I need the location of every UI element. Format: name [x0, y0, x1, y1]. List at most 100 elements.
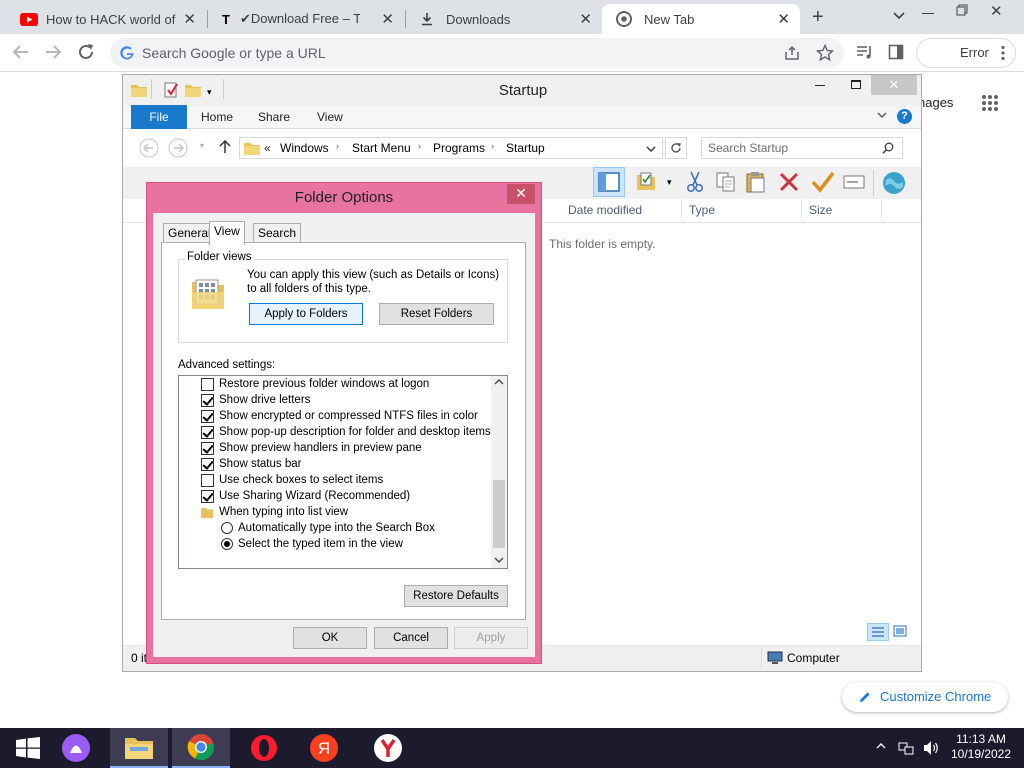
setting-show-popup-description[interactable]: Show pop-up description for folder and d…	[201, 424, 491, 440]
setting-use-sharing-wizard[interactable]: Use Sharing Wizard (Recommended)	[201, 488, 410, 504]
column-type[interactable]: Type	[689, 203, 715, 217]
file-explorer-icon[interactable]	[110, 728, 168, 768]
minimize-icon[interactable]	[815, 85, 825, 86]
setting-use-check-boxes[interactable]: Use check boxes to select items	[201, 472, 383, 488]
media-controls-icon[interactable]	[856, 44, 874, 60]
tab-view[interactable]: View	[209, 221, 245, 245]
cancel-button[interactable]: Cancel	[374, 627, 448, 649]
yandex-icon[interactable]	[360, 728, 416, 768]
ok-button[interactable]: OK	[293, 627, 367, 649]
close-icon[interactable]: ✕	[507, 184, 535, 204]
forward-icon[interactable]	[44, 43, 62, 61]
setting-show-preview-handlers[interactable]: Show preview handlers in preview pane	[201, 440, 422, 456]
setting-restore-folder-windows[interactable]: Restore previous folder windows at logon	[201, 376, 429, 392]
yandex-browser-icon[interactable]: Я	[296, 728, 352, 768]
expand-ribbon-icon[interactable]	[877, 111, 887, 119]
bookmark-star-icon[interactable]	[816, 44, 834, 62]
scroll-down-icon[interactable]	[494, 556, 504, 564]
radio-button[interactable]	[221, 522, 233, 534]
tab-new-tab[interactable]: New Tab ✕	[602, 4, 800, 34]
cut-icon[interactable]	[685, 171, 705, 193]
back-icon[interactable]	[139, 138, 159, 158]
search-box[interactable]	[701, 137, 903, 159]
alice-assistant-icon[interactable]	[48, 728, 104, 768]
globe-icon[interactable]	[881, 170, 907, 196]
checkbox[interactable]	[201, 377, 214, 391]
delete-icon[interactable]	[779, 172, 799, 192]
recent-locations-icon[interactable]: ▾	[200, 141, 204, 150]
search-input[interactable]	[708, 141, 878, 155]
reload-icon[interactable]	[77, 43, 95, 61]
minimize-icon[interactable]	[922, 13, 934, 14]
breadcrumb-overflow-icon[interactable]: «	[264, 141, 271, 155]
forward-icon[interactable]	[168, 138, 188, 158]
properties-icon[interactable]	[163, 82, 179, 98]
tab-downloads[interactable]: Downloads ✕	[406, 4, 602, 34]
close-icon[interactable]: ✕	[579, 10, 592, 28]
maximize-icon[interactable]	[851, 80, 861, 89]
column-date-modified[interactable]: Date modified	[568, 203, 642, 217]
tab-telegram[interactable]: T ✔Download Free – Teleg ✕	[208, 4, 404, 34]
checkbox[interactable]	[201, 457, 214, 471]
column-size[interactable]: Size	[809, 203, 832, 217]
advanced-settings-list[interactable]: Restore previous folder windows at logon…	[178, 375, 508, 569]
network-icon[interactable]	[898, 740, 914, 756]
checkbox[interactable]	[201, 425, 214, 439]
restore-defaults-button[interactable]: Restore Defaults	[404, 585, 508, 607]
show-hidden-icons[interactable]	[876, 742, 886, 750]
address-dropdown-icon[interactable]	[646, 145, 656, 153]
checkbox[interactable]	[201, 441, 214, 455]
setting-select-typed-item[interactable]: Select the typed item in the view	[221, 536, 403, 552]
tab-youtube[interactable]: How to HACK world of ta ✕	[6, 4, 206, 34]
reset-folders-button[interactable]: Reset Folders	[379, 303, 494, 325]
scrollbar-thumb[interactable]	[493, 480, 505, 548]
profile-error-button[interactable]: Error	[916, 38, 1016, 68]
omnibox[interactable]	[110, 38, 844, 68]
checkbox[interactable]	[201, 393, 214, 407]
side-panel-icon[interactable]	[888, 44, 904, 60]
up-arrow-icon[interactable]	[219, 140, 231, 154]
tab-general[interactable]: General	[163, 223, 216, 243]
volume-icon[interactable]	[922, 740, 940, 756]
breadcrumb-separator-icon[interactable]: ›	[336, 141, 339, 151]
chevron-down-icon[interactable]	[892, 8, 906, 22]
address-bar[interactable]: « Windows › Start Menu › Programs › Star…	[239, 137, 663, 159]
new-tab-icon[interactable]: +	[812, 6, 824, 29]
share-icon[interactable]	[784, 45, 800, 61]
setting-show-encrypted-in-color[interactable]: Show encrypted or compressed NTFS files …	[201, 408, 478, 424]
checkbox[interactable]	[201, 473, 214, 487]
close-icon[interactable]: ✕	[381, 10, 394, 28]
back-icon[interactable]	[12, 43, 30, 61]
help-icon[interactable]: ?	[897, 109, 912, 124]
setting-show-status-bar[interactable]: Show status bar	[201, 456, 301, 472]
apply-button[interactable]: Apply	[454, 627, 528, 649]
apps-grid-icon[interactable]	[981, 94, 999, 112]
setting-show-drive-letters[interactable]: Show drive letters	[201, 392, 310, 408]
ribbon-tab-view[interactable]: View	[317, 105, 343, 129]
close-window-icon[interactable]: ✕	[871, 75, 917, 95]
customize-chrome-button[interactable]: Customize Chrome	[842, 682, 1008, 712]
breadcrumb-separator-icon[interactable]: ›	[491, 141, 494, 151]
breadcrumb-windows[interactable]: Windows	[280, 141, 329, 155]
large-icons-view-button[interactable]	[893, 625, 907, 637]
properties-icon[interactable]	[635, 171, 657, 193]
setting-auto-type-search-box[interactable]: Automatically type into the Search Box	[221, 520, 435, 536]
images-link-partial[interactable]: nages	[918, 95, 953, 110]
scrollbar[interactable]	[491, 376, 507, 568]
paste-icon[interactable]	[745, 170, 767, 194]
ribbon-tab-file[interactable]: File	[131, 105, 187, 129]
rename-icon[interactable]	[843, 175, 865, 189]
breadcrumb-separator-icon[interactable]: ›	[418, 141, 421, 151]
close-icon[interactable]: ✕	[183, 10, 196, 28]
copy-icon[interactable]	[715, 171, 737, 193]
checkbox[interactable]	[201, 489, 214, 503]
scroll-up-icon[interactable]	[494, 378, 504, 386]
breadcrumb-start-menu[interactable]: Start Menu	[352, 141, 411, 155]
checkmark-icon[interactable]	[811, 171, 835, 193]
close-window-icon[interactable]: ✕	[990, 2, 1003, 20]
breadcrumb-startup[interactable]: Startup	[506, 141, 545, 155]
restore-icon[interactable]	[956, 4, 968, 16]
ribbon-tab-share[interactable]: Share	[258, 105, 290, 129]
breadcrumb-programs[interactable]: Programs	[433, 141, 485, 155]
apply-to-folders-button[interactable]: Apply to Folders	[249, 303, 363, 325]
